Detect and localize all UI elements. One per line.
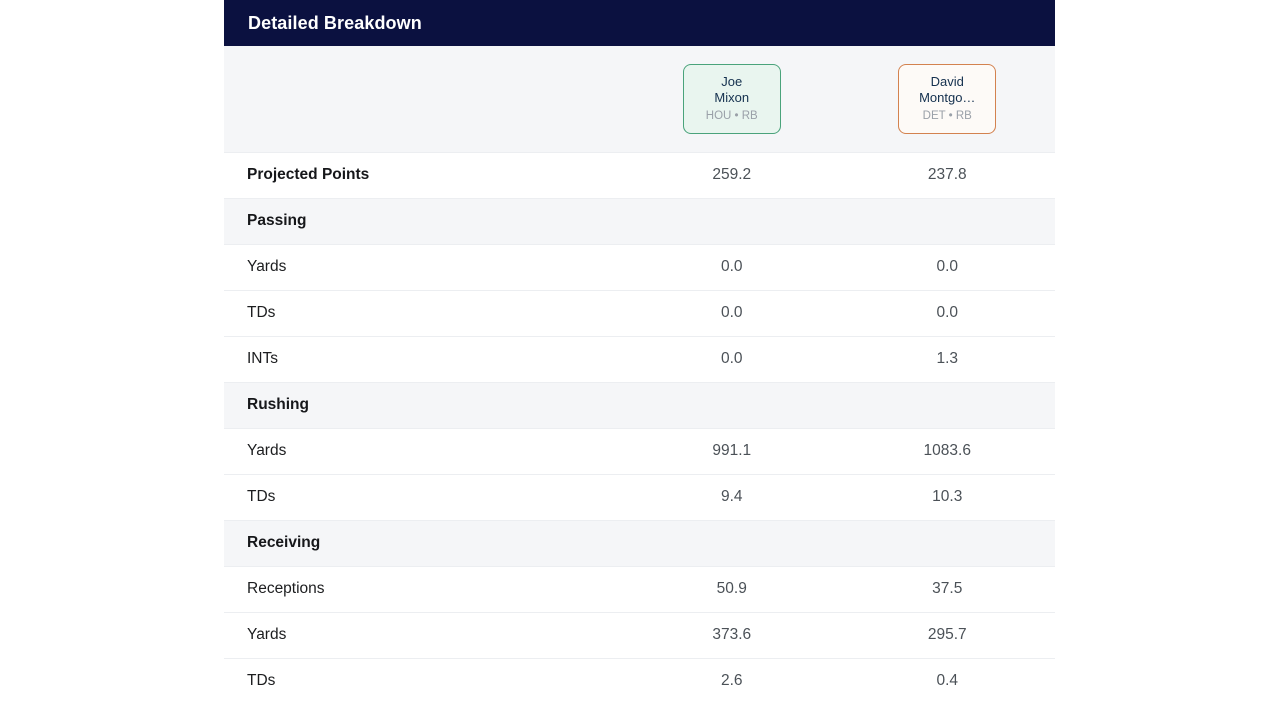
stat-label: TDs (224, 473, 624, 520)
stat-value-player-2 (839, 197, 1055, 244)
player-team-position: DET • RB (922, 109, 972, 122)
stat-row: TDs 9.4 10.3 (224, 473, 1055, 520)
stat-value-player-2: 37.5 (839, 565, 1055, 612)
stat-value-player-2: 1083.6 (839, 427, 1055, 474)
stat-label: TDs (224, 657, 624, 704)
stat-value-player-1: 0.0 (624, 243, 840, 290)
stat-row: TDs 2.6 0.4 (224, 657, 1055, 704)
stat-value-player-2: 237.8 (839, 151, 1055, 198)
section-header-row: Passing (224, 197, 1055, 244)
stat-value-player-1: 50.9 (624, 565, 840, 612)
player-first-name: David (930, 73, 964, 89)
stat-value-player-2: 1.3 (839, 335, 1055, 382)
stat-value-player-1 (624, 197, 840, 244)
stat-value-player-1 (624, 519, 840, 566)
section-label: Rushing (224, 381, 624, 428)
stat-label: Yards (224, 611, 624, 658)
panel-header: Detailed Breakdown (224, 0, 1055, 46)
stat-value-player-1: 2.6 (624, 657, 840, 704)
stat-row: Yards 991.1 1083.6 (224, 427, 1055, 474)
stat-row: TDs 0.0 0.0 (224, 289, 1055, 336)
stat-value-player-2: 295.7 (839, 611, 1055, 658)
stat-row: INTs 0.0 1.3 (224, 335, 1055, 382)
stat-value-player-2: 0.0 (839, 289, 1055, 336)
player-card-2[interactable]: David Montgo… DET • RB (898, 63, 997, 134)
stat-value-player-2 (839, 519, 1055, 566)
stat-value-player-1: 991.1 (624, 427, 840, 474)
stat-value-player-2: 0.4 (839, 657, 1055, 704)
comparison-table: Joe Mixon HOU • RB David Montgo… DET • R… (224, 46, 1055, 704)
stat-label: Receptions (224, 565, 624, 612)
stat-value-player-2 (839, 381, 1055, 428)
section-header-row: Rushing (224, 381, 1055, 428)
section-label: Receiving (224, 519, 624, 566)
total-row: Projected Points 259.2 237.8 (224, 151, 1055, 198)
detailed-breakdown-panel: Detailed Breakdown Joe Mixon HOU • RB Da… (224, 0, 1055, 704)
app-root: Detailed Breakdown Joe Mixon HOU • RB Da… (0, 0, 1280, 720)
player-first-name: Joe (721, 73, 743, 89)
stat-label: Yards (224, 243, 624, 290)
stat-row: Yards 0.0 0.0 (224, 243, 1055, 290)
stat-value-player-1 (624, 381, 840, 428)
player-card-1[interactable]: Joe Mixon HOU • RB (682, 63, 781, 134)
stat-value-player-1: 0.0 (624, 289, 840, 336)
stat-value-player-1: 9.4 (624, 473, 840, 520)
player-team-position: HOU • RB (705, 109, 758, 122)
stat-value-player-1: 259.2 (624, 151, 840, 198)
stat-label: Yards (224, 427, 624, 474)
stat-label: Projected Points (224, 151, 624, 198)
player-last-name: Montgo… (919, 89, 976, 105)
player-header-spacer (224, 46, 624, 152)
stat-value-player-1: 373.6 (624, 611, 840, 658)
stat-row: Yards 373.6 295.7 (224, 611, 1055, 658)
player-last-name: Mixon (714, 89, 750, 105)
player-header-row: Joe Mixon HOU • RB David Montgo… DET • R… (224, 46, 1055, 152)
page-title: Detailed Breakdown (248, 12, 422, 33)
stat-value-player-2: 0.0 (839, 243, 1055, 290)
player-header-cell-1: Joe Mixon HOU • RB (624, 46, 840, 152)
stat-label: TDs (224, 289, 624, 336)
stat-value-player-1: 0.0 (624, 335, 840, 382)
stat-value-player-2: 10.3 (839, 473, 1055, 520)
section-header-row: Receiving (224, 519, 1055, 566)
comparison-table-body: Joe Mixon HOU • RB David Montgo… DET • R… (224, 46, 1055, 704)
section-label: Passing (224, 197, 624, 244)
player-header-cell-2: David Montgo… DET • RB (840, 46, 1056, 152)
stat-label: INTs (224, 335, 624, 382)
stat-row: Receptions 50.9 37.5 (224, 565, 1055, 612)
